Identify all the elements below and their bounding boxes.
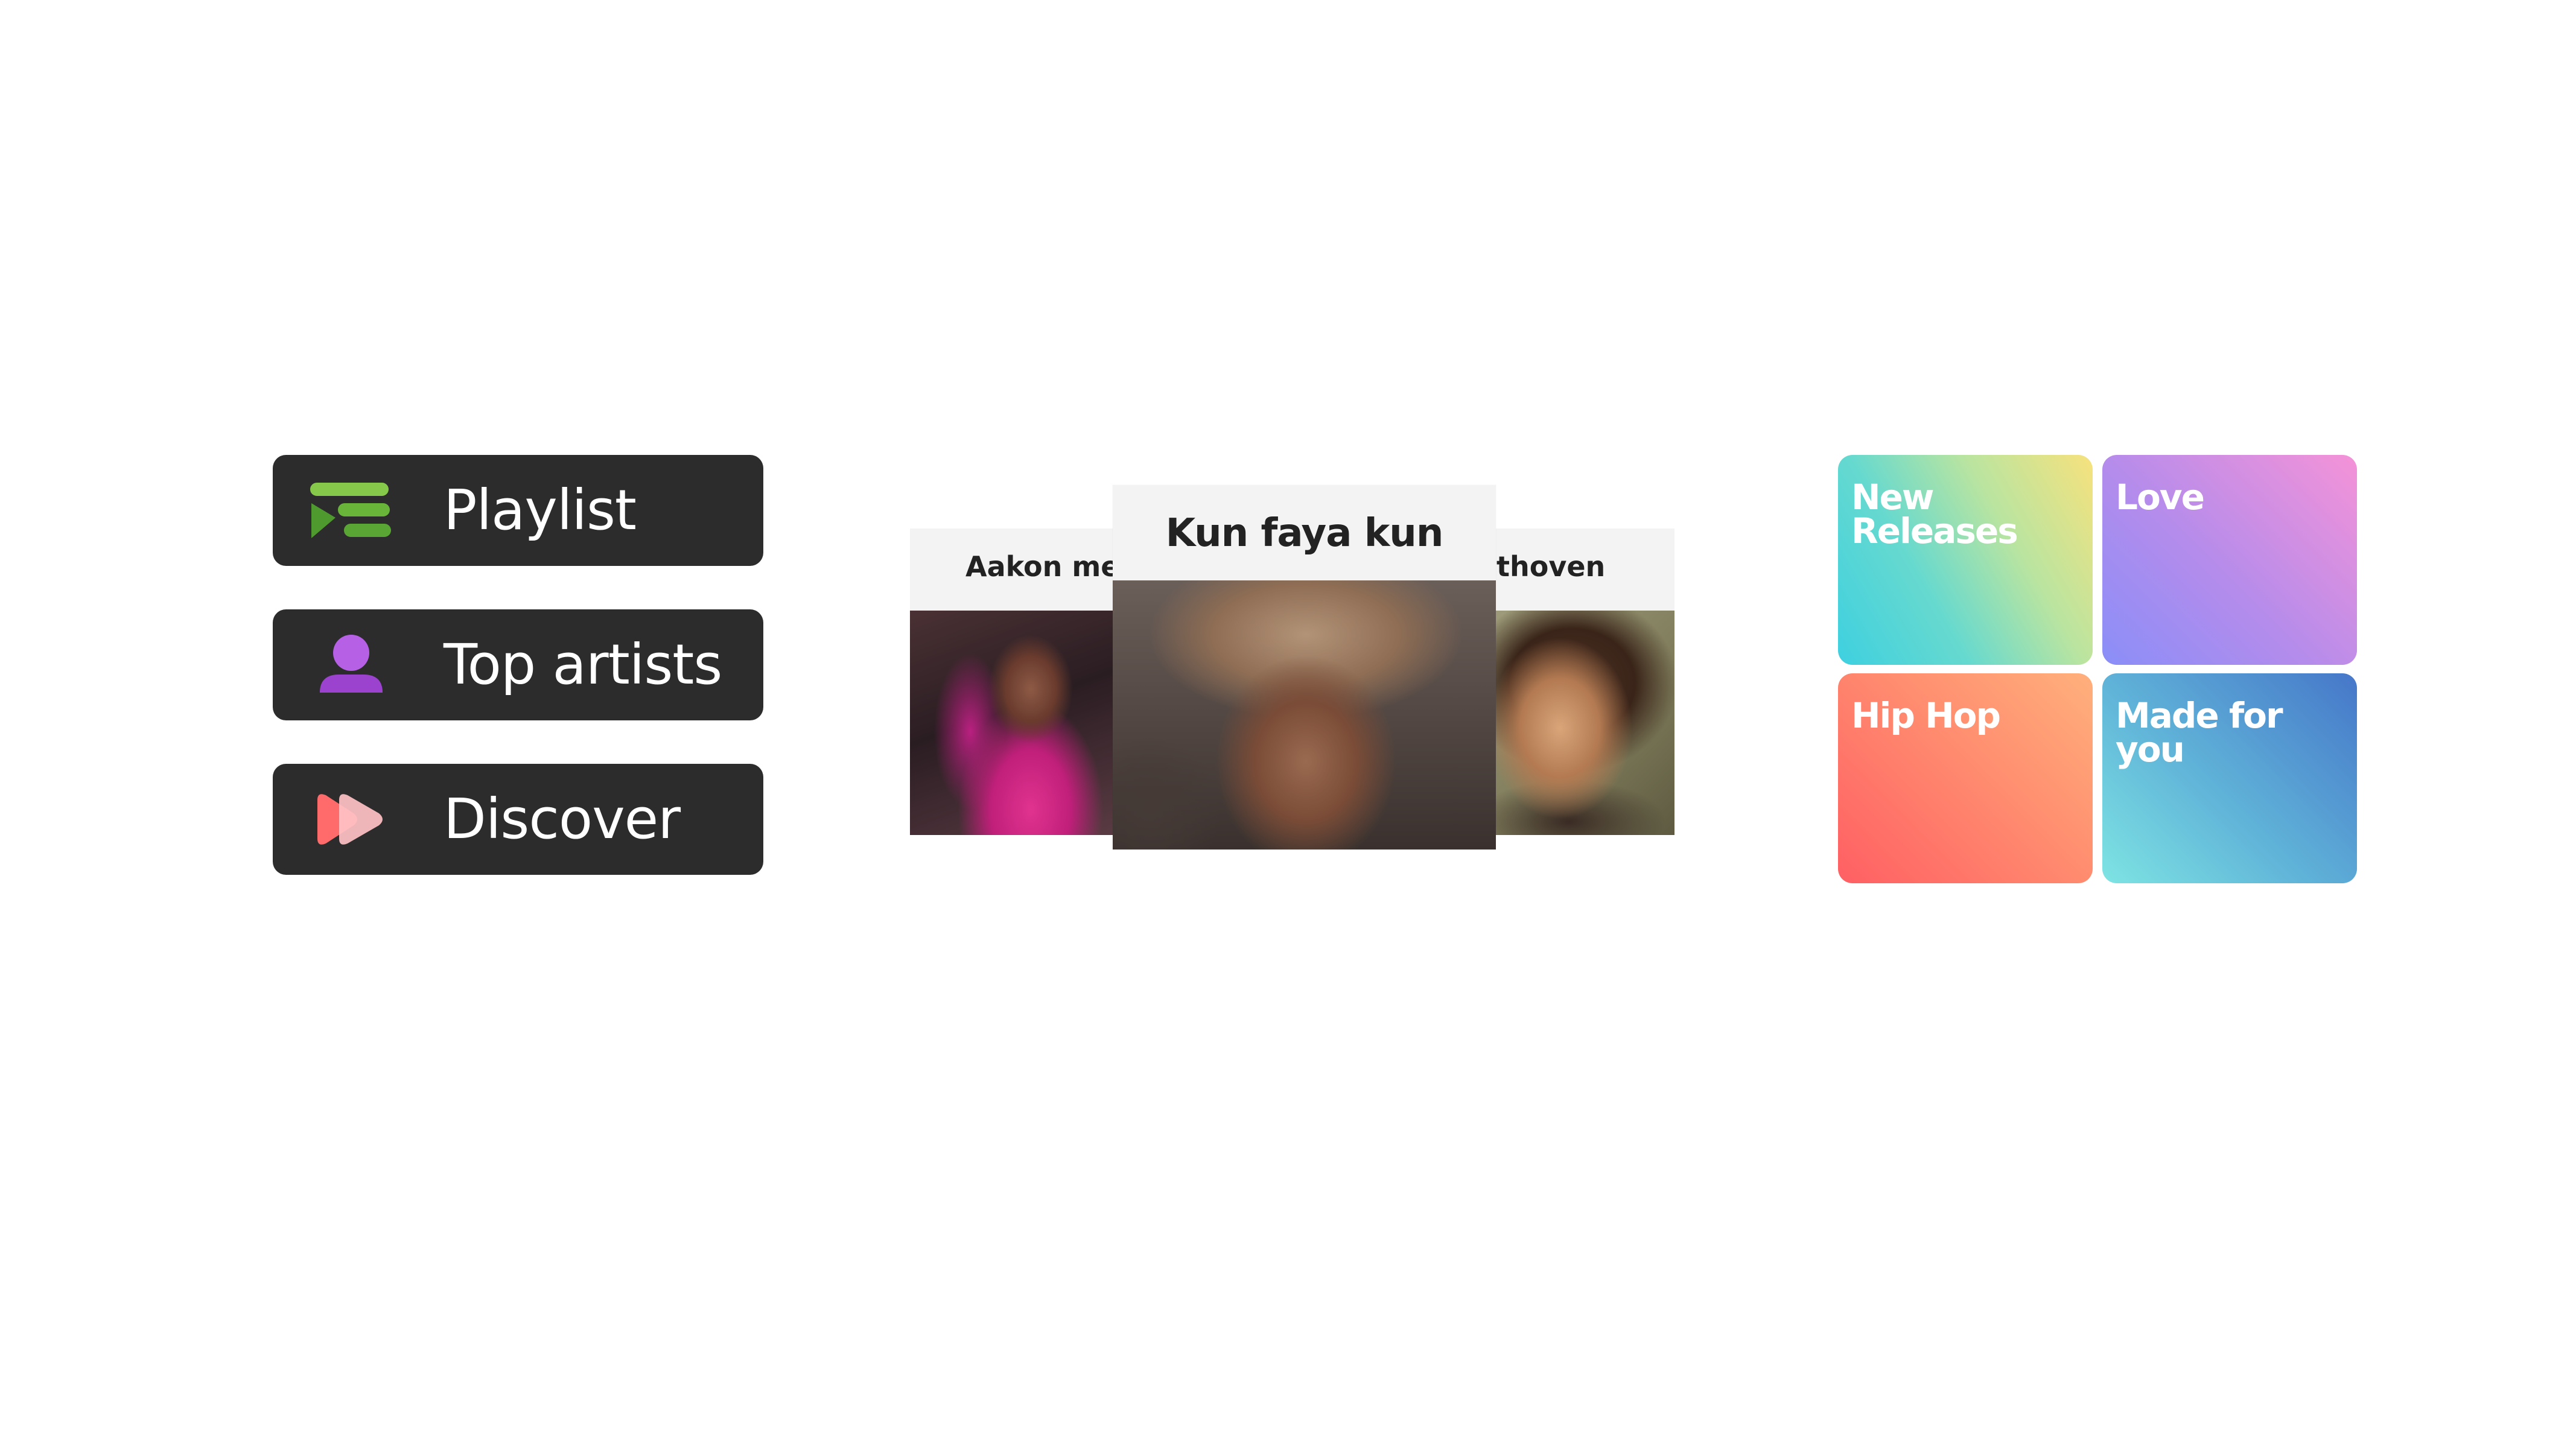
song-card-center[interactable]: Kun faya kun [1113,485,1496,849]
person-icon [309,635,393,695]
tile-love[interactable]: Love [2102,455,2357,665]
song-card-left-title: Aakon mei [965,550,1115,583]
nav-menu: Playlist Top artists Discover [273,455,763,875]
nav-item-playlist[interactable]: Playlist [273,455,763,566]
tile-new-releases-label: New Releases [1851,477,2018,551]
discover-icon [309,789,393,849]
app-stage: Playlist Top artists Discover Aakon mei [0,0,2576,1448]
song-card-left-image [910,611,1115,835]
song-card-left[interactable]: Aakon mei [910,529,1115,835]
tile-love-label: Love [2116,477,2205,518]
song-card-center-title: Kun faya kun [1165,511,1444,556]
nav-label-playlist: Playlist [444,478,637,542]
genre-tiles: New Releases Love Hip Hop Made for you [1838,455,2357,883]
tile-new-releases[interactable]: New Releases [1838,455,2093,665]
nav-item-top-artists[interactable]: Top artists [273,609,763,720]
nav-item-discover[interactable]: Discover [273,764,763,875]
tile-hip-hop[interactable]: Hip Hop [1838,673,2093,883]
nav-label-top-artists: Top artists [444,632,722,697]
playlist-icon [309,480,393,541]
tile-made-for-you[interactable]: Made for you [2102,673,2357,883]
tile-hip-hop-label: Hip Hop [1851,695,2001,736]
song-card-center-image [1113,580,1496,849]
tile-made-for-you-label: Made for you [2116,695,2283,770]
nav-label-discover: Discover [444,787,681,851]
